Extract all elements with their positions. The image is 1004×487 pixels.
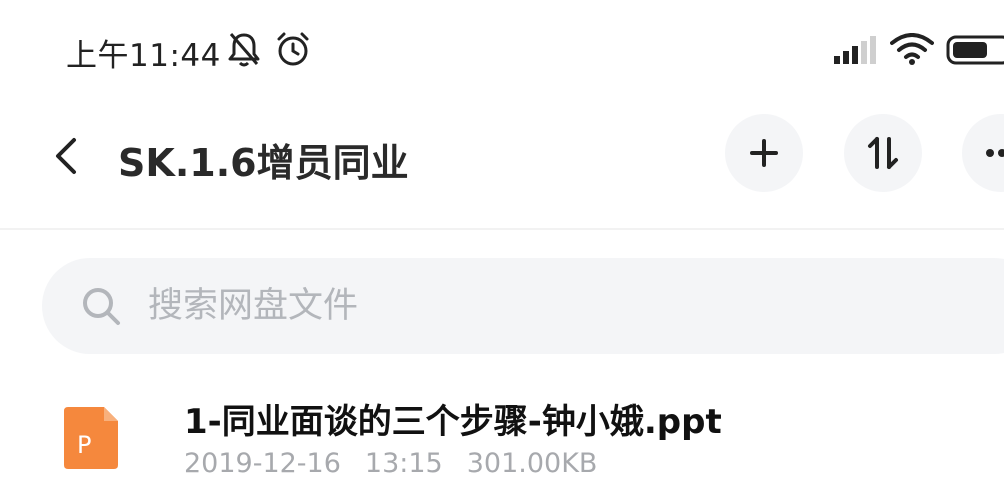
alarm-clock-icon: [277, 32, 309, 66]
signal-icon: [834, 36, 876, 64]
file-meta: 2019-12-16 13:15 301.00KB: [184, 448, 621, 479]
app-header: SK.1.6增员同业: [0, 100, 1004, 220]
sort-icon: [868, 137, 898, 169]
file-time: 13:15: [364, 448, 443, 479]
sort-button[interactable]: [844, 114, 922, 192]
battery-icon: [946, 35, 1004, 65]
file-date: 2019-12-16: [184, 448, 341, 479]
status-time: 上午11:44: [66, 38, 221, 74]
bell-muted-icon: [228, 33, 260, 67]
header-divider: [0, 228, 1004, 230]
file-name: 1-同业面谈的三个步骤-钟小娥.ppt: [184, 402, 722, 442]
wifi-icon: [890, 33, 934, 65]
search-bar[interactable]: [42, 258, 1004, 354]
page-title: SK.1.6增员同业: [118, 141, 409, 185]
file-size: 301.00KB: [466, 448, 598, 479]
file-list-item[interactable]: P 1-同业面谈的三个步骤-钟小娥.ppt 2019-12-16 13:15 301…: [0, 380, 1004, 487]
search-icon: [83, 288, 120, 325]
search-input[interactable]: [148, 282, 748, 330]
more-button[interactable]: [962, 114, 1004, 192]
status-bar: 上午11:44: [0, 0, 1004, 100]
back-icon[interactable]: [48, 136, 84, 176]
file-type-letter: P: [77, 431, 91, 459]
add-button[interactable]: [725, 114, 803, 192]
ppt-file-icon: P: [64, 407, 118, 469]
plus-icon: [750, 139, 778, 167]
more-icon: [986, 149, 1004, 157]
